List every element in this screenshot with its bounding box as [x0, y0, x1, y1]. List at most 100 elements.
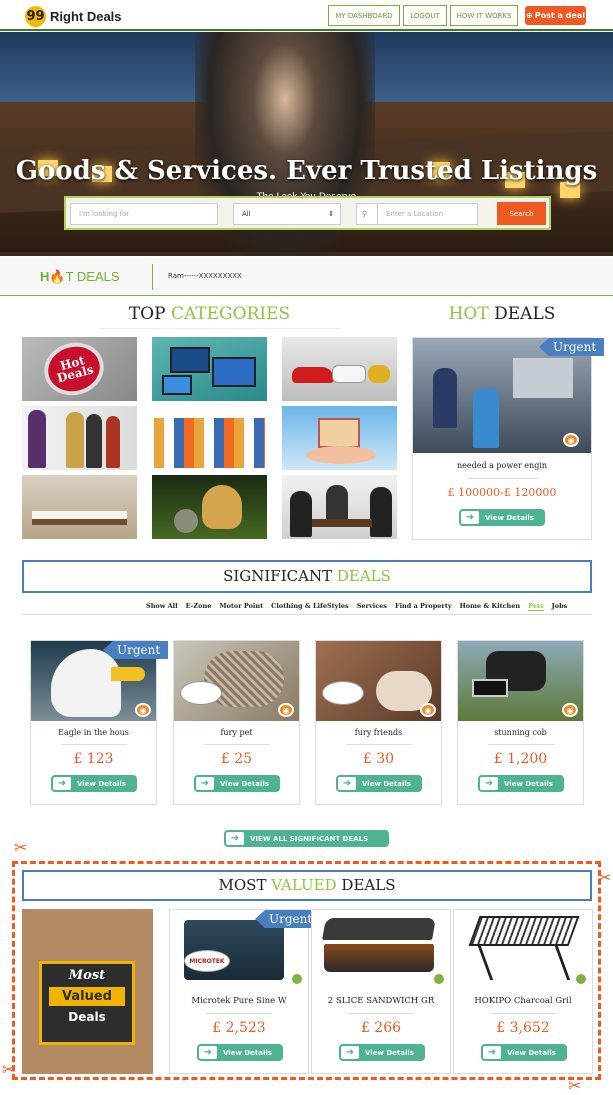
valued-deal-card[interactable]: MICROTEK Urgent Microtek Pure Sine W £ 2…: [169, 909, 321, 1074]
deal-title[interactable]: Eagle in the hous: [31, 728, 156, 737]
view-details-button[interactable]: ➜ View Details: [336, 775, 422, 792]
deal-price: £ 3,652: [496, 1020, 550, 1036]
significant-deals-heading: SIGNIFICANT DEALS: [22, 560, 592, 593]
tab-e-zone[interactable]: E-Zone: [186, 602, 212, 611]
tab-motor-point[interactable]: Motor Point: [219, 602, 263, 611]
pumpkin-icon: ◉: [135, 703, 151, 717]
most-valued-promo-banner: Most Valued Deals: [22, 909, 153, 1074]
category-tile-motors[interactable]: [282, 337, 397, 401]
arrow-right-icon: ➜: [483, 1046, 501, 1059]
view-details-button[interactable]: ➜ View Details: [478, 775, 564, 792]
arrow-right-icon: ➜: [196, 777, 214, 790]
ticker-text[interactable]: Ram------XXXXXXXXX: [168, 272, 242, 280]
deal-title[interactable]: HOKIPO Charcoal Gril: [454, 996, 592, 1006]
view-details-button[interactable]: ➜ View Details: [51, 775, 137, 792]
valued-deal-card[interactable]: HOKIPO Charcoal Gril £ 3,652 ➜ View Deta…: [453, 909, 593, 1074]
view-all-significant-deals-button[interactable]: ➜ VIEW ALL SIGNIFICANT DEALS: [224, 830, 389, 847]
hot-deal-view-details-button[interactable]: ➜ View Details: [459, 509, 545, 526]
promo-line-1: Most: [68, 968, 106, 983]
deal-price: £ 30: [362, 751, 395, 767]
view-details-button[interactable]: ➜ View Details: [197, 1044, 283, 1061]
category-tile-clothing[interactable]: [22, 406, 137, 470]
tab-services[interactable]: Services: [357, 602, 387, 611]
top-nav: MY DASHBOARD LOGOUT HOW IT WORKS: [328, 5, 521, 26]
search-button[interactable]: Search: [497, 202, 546, 225]
category-select[interactable]: All ⇕: [233, 203, 341, 225]
arrow-right-icon: ➜: [461, 511, 479, 524]
deal-price: £ 123: [73, 751, 114, 767]
most-valued-deals-heading: MOST VALUED DEALS: [22, 870, 592, 901]
hot-deal-title[interactable]: needed a power engin: [413, 461, 591, 470]
keyword-input[interactable]: I'm looking for: [70, 203, 218, 225]
category-tile-home-kitchen[interactable]: [22, 475, 137, 539]
site-name: Right Deals: [50, 9, 122, 24]
post-deal-button[interactable]: ⊕ Post a deal: [525, 6, 586, 25]
category-tile-electronics[interactable]: [152, 337, 267, 401]
promo-line-2: Valued: [49, 987, 125, 1006]
category-tile-services[interactable]: [152, 406, 267, 470]
view-details-button[interactable]: ➜ View Details: [339, 1044, 425, 1061]
select-arrows-icon: ⇕: [328, 210, 334, 218]
category-tile-property[interactable]: [282, 406, 397, 470]
location-pin-icon: ⚲: [356, 203, 378, 225]
hot-deal-card[interactable]: Urgent ◉ needed a power engin £ 100000-£…: [412, 337, 605, 540]
nav-my-dashboard[interactable]: MY DASHBOARD: [328, 5, 400, 26]
top-categories-heading: TOP CATEGORIES: [128, 304, 291, 324]
thumbs-up-icon: [432, 972, 446, 986]
location-input[interactable]: Enter a Location: [377, 203, 478, 225]
tab-clothing[interactable]: Clothing & LifeStyles: [271, 602, 349, 611]
hot-deals-ticker-bar: H🔥T DEALS Ram------XXXXXXXXX: [0, 258, 613, 296]
nav-how-it-works[interactable]: HOW IT WORKS: [450, 5, 518, 26]
site-logo[interactable]: 99 Right Deals: [25, 6, 122, 27]
pumpkin-icon: ◉: [563, 433, 579, 447]
deal-title[interactable]: stunning cob: [458, 728, 583, 737]
quote-logo-icon: 99: [25, 6, 46, 27]
arrow-right-icon: ➜: [53, 777, 71, 790]
arrow-right-icon: ➜: [226, 832, 244, 845]
view-details-button[interactable]: ➜ View Details: [194, 775, 280, 792]
tab-jobs[interactable]: Jobs: [552, 602, 568, 611]
tab-pets[interactable]: Pets: [528, 602, 544, 611]
deal-image: [312, 910, 450, 990]
category-tile-pets[interactable]: [152, 475, 267, 539]
deal-title[interactable]: Microtek Pure Sine W: [170, 996, 308, 1006]
nav-logout[interactable]: LOGOUT: [403, 5, 447, 26]
hot-deals-logo: H🔥T DEALS: [40, 269, 120, 284]
arrow-right-icon: ➜: [199, 1046, 217, 1059]
deal-title[interactable]: fury friends: [316, 728, 441, 737]
scissors-icon: ✂: [2, 1060, 16, 1079]
significant-deal-card[interactable]: ◉ fury friends £ 30 ➜ View Details: [315, 640, 442, 805]
category-tile-jobs[interactable]: [282, 475, 397, 539]
category-tile-hot-deals[interactable]: Hot Deals: [22, 337, 137, 401]
arrow-right-icon: ➜: [480, 777, 498, 790]
hero-title: Goods & Services. Ever Trusted Listings: [15, 156, 598, 186]
thumbs-up-icon: [574, 972, 588, 986]
tab-find-property[interactable]: Find a Property: [395, 602, 452, 611]
hot-deals-heading: HOT DEALS: [448, 304, 556, 324]
deal-image: [454, 910, 592, 990]
urgent-badge: Urgent: [103, 641, 169, 659]
promo-line-3: Deals: [68, 1010, 106, 1024]
flame-icon: 🔥: [49, 269, 66, 284]
view-details-button[interactable]: ➜ View Details: [481, 1044, 567, 1061]
deal-price: £ 25: [220, 751, 253, 767]
significant-deal-card[interactable]: ◉ stunning cob £ 1,200 ➜ View Details: [457, 640, 584, 805]
plus-circle-icon: ⊕: [526, 11, 533, 20]
scissors-icon: ✂: [14, 838, 28, 857]
search-bar: I'm looking for All ⇕ ⚲ Enter a Location…: [64, 196, 551, 230]
pumpkin-icon: ◉: [420, 703, 436, 717]
deal-title[interactable]: 2 SLICE SANDWICH GR: [312, 996, 450, 1006]
tab-home-kitchen[interactable]: Home & Kitchen: [460, 602, 521, 611]
valued-deal-card[interactable]: 2 SLICE SANDWICH GR £ 266 ➜ View Details: [311, 909, 451, 1074]
deal-price: £ 1,200: [493, 751, 548, 767]
deal-price: £ 266: [360, 1020, 402, 1036]
scissors-icon: ✂: [568, 1076, 582, 1095]
thumbs-up-icon: [290, 972, 304, 986]
pumpkin-icon: ◉: [562, 703, 578, 717]
tab-show-all[interactable]: Show All: [146, 602, 178, 611]
arrow-right-icon: ➜: [341, 1046, 359, 1059]
significant-deal-card[interactable]: Urgent ◉ Eagle in the hous £ 123 ➜ View …: [30, 640, 169, 805]
urgent-badge: Urgent: [539, 338, 605, 356]
deal-title[interactable]: fury pet: [174, 728, 299, 737]
significant-deal-card[interactable]: ◉ fury pet £ 25 ➜ View Details: [173, 640, 300, 805]
